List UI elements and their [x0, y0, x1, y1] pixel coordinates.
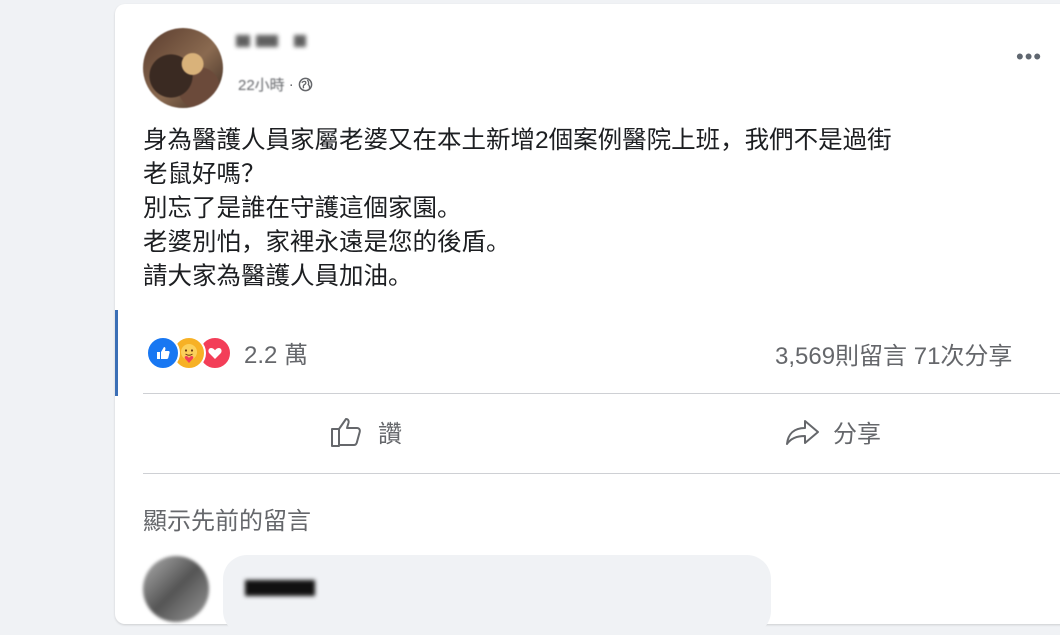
globe-icon[interactable]	[298, 77, 313, 92]
reactions-summary[interactable]: 2.2 萬	[146, 335, 308, 370]
commenter-avatar[interactable]	[143, 556, 209, 622]
reaction-count[interactable]: 2.2 萬	[244, 335, 308, 370]
post-line: 身為醫護人員家屬老婆又在本土新增2個案例醫院上班，我們不是過街	[143, 127, 892, 154]
focus-indicator	[115, 310, 118, 396]
post-line: 老鼠好嗎？	[143, 161, 266, 188]
author-avatar[interactable]	[143, 28, 223, 108]
like-label: 讚	[378, 421, 402, 448]
author-name-blurred[interactable]	[236, 32, 306, 50]
thumbs-up-icon	[331, 417, 361, 447]
share-arrow-icon	[786, 419, 819, 445]
divider	[143, 393, 1060, 394]
post-line: 請大家為醫護人員加油。	[143, 263, 413, 290]
share-button[interactable]: 分享	[785, 414, 881, 449]
meta-separator: ·	[288, 76, 294, 93]
view-previous-comments-link[interactable]: 顯示先前的留言	[143, 501, 311, 536]
commenter-name-blurred[interactable]	[245, 580, 315, 596]
divider	[143, 473, 1060, 474]
post-line: 別忘了是誰在守護這個家園。	[143, 195, 462, 222]
post-line: 老婆別怕，家裡永遠是您的後盾。	[143, 229, 511, 256]
post-body: 身為醫護人員家屬老婆又在本土新增2個案例醫院上班，我們不是過街 老鼠好嗎？ 別忘…	[143, 124, 1048, 294]
post-meta: 22小時 ·	[238, 74, 313, 95]
post-time[interactable]: 22小時	[238, 74, 285, 95]
more-options-icon[interactable]: •••	[1016, 46, 1042, 68]
share-label: 分享	[833, 421, 881, 448]
like-reaction-icon	[146, 335, 180, 370]
like-button[interactable]: 讚	[330, 414, 402, 449]
comments-shares-stats[interactable]: 3,569則留言 71次分享	[775, 336, 1012, 371]
